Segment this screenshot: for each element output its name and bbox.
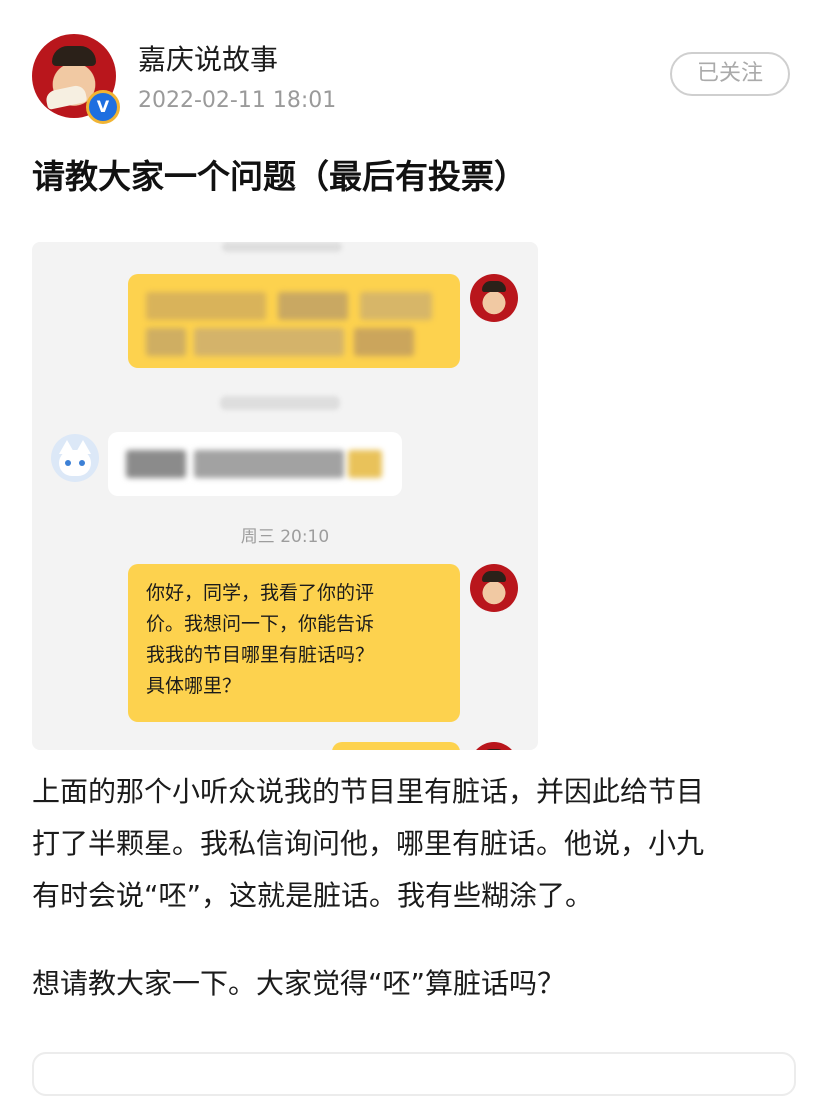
chat-bubble-sent-blurred: [128, 274, 460, 368]
sender-avatar: [470, 274, 518, 322]
chat-bubble-partial: [332, 742, 460, 750]
post-body-paragraph: 上面的那个小听众说我的节目里有脏话，并因此给节目 打了半颗星。我私信询问他，哪里…: [32, 766, 802, 922]
chat-message-text: 你好，同学，我看了你的评 价。我想问一下，你能告诉 我我的节目哪里有脏话吗？ 具…: [146, 578, 424, 702]
chat-message-line: 你好，同学，我看了你的评: [146, 582, 375, 604]
chat-message-line: 具体哪里？: [146, 675, 242, 697]
poll-card[interactable]: [32, 1052, 796, 1096]
body-line: 上面的那个小听众说我的节目里有脏话，并因此给节目: [32, 775, 705, 808]
author-name[interactable]: 嘉庆说故事: [138, 38, 278, 78]
chat-screenshot-image[interactable]: 周三 20:10 你好，同学，我看了你的评 价。我想问一下，你能告诉 我我的节目…: [32, 242, 538, 750]
post-title: 请教大家一个问题（最后有投票）: [32, 157, 527, 196]
body-line: 打了半颗星。我私信询问他，哪里有脏话。他说，小九: [32, 827, 705, 860]
sender-avatar: [470, 564, 518, 612]
chat-message-line: 我我的节目哪里有脏话吗？: [146, 644, 375, 666]
chat-message-line: 价。我想问一下，你能告诉: [146, 613, 375, 635]
chat-bubble-received-blurred: [108, 432, 402, 496]
follow-button[interactable]: 已关注: [670, 52, 790, 96]
blurred-text: [222, 242, 342, 252]
sender-avatar: [470, 742, 518, 750]
cat-avatar-icon: [51, 434, 99, 482]
chat-time: 周三 20:10: [240, 527, 330, 547]
post-timestamp: 2022-02-11 18:01: [138, 88, 337, 113]
post-body-question: 想请教大家一下。大家觉得“呸”算脏话吗？: [32, 967, 566, 1000]
blurred-timestamp: [220, 396, 340, 410]
body-line: 有时会说“呸”，这就是脏话。我有些糊涂了。: [32, 879, 594, 912]
verified-badge-icon: V: [86, 90, 120, 124]
